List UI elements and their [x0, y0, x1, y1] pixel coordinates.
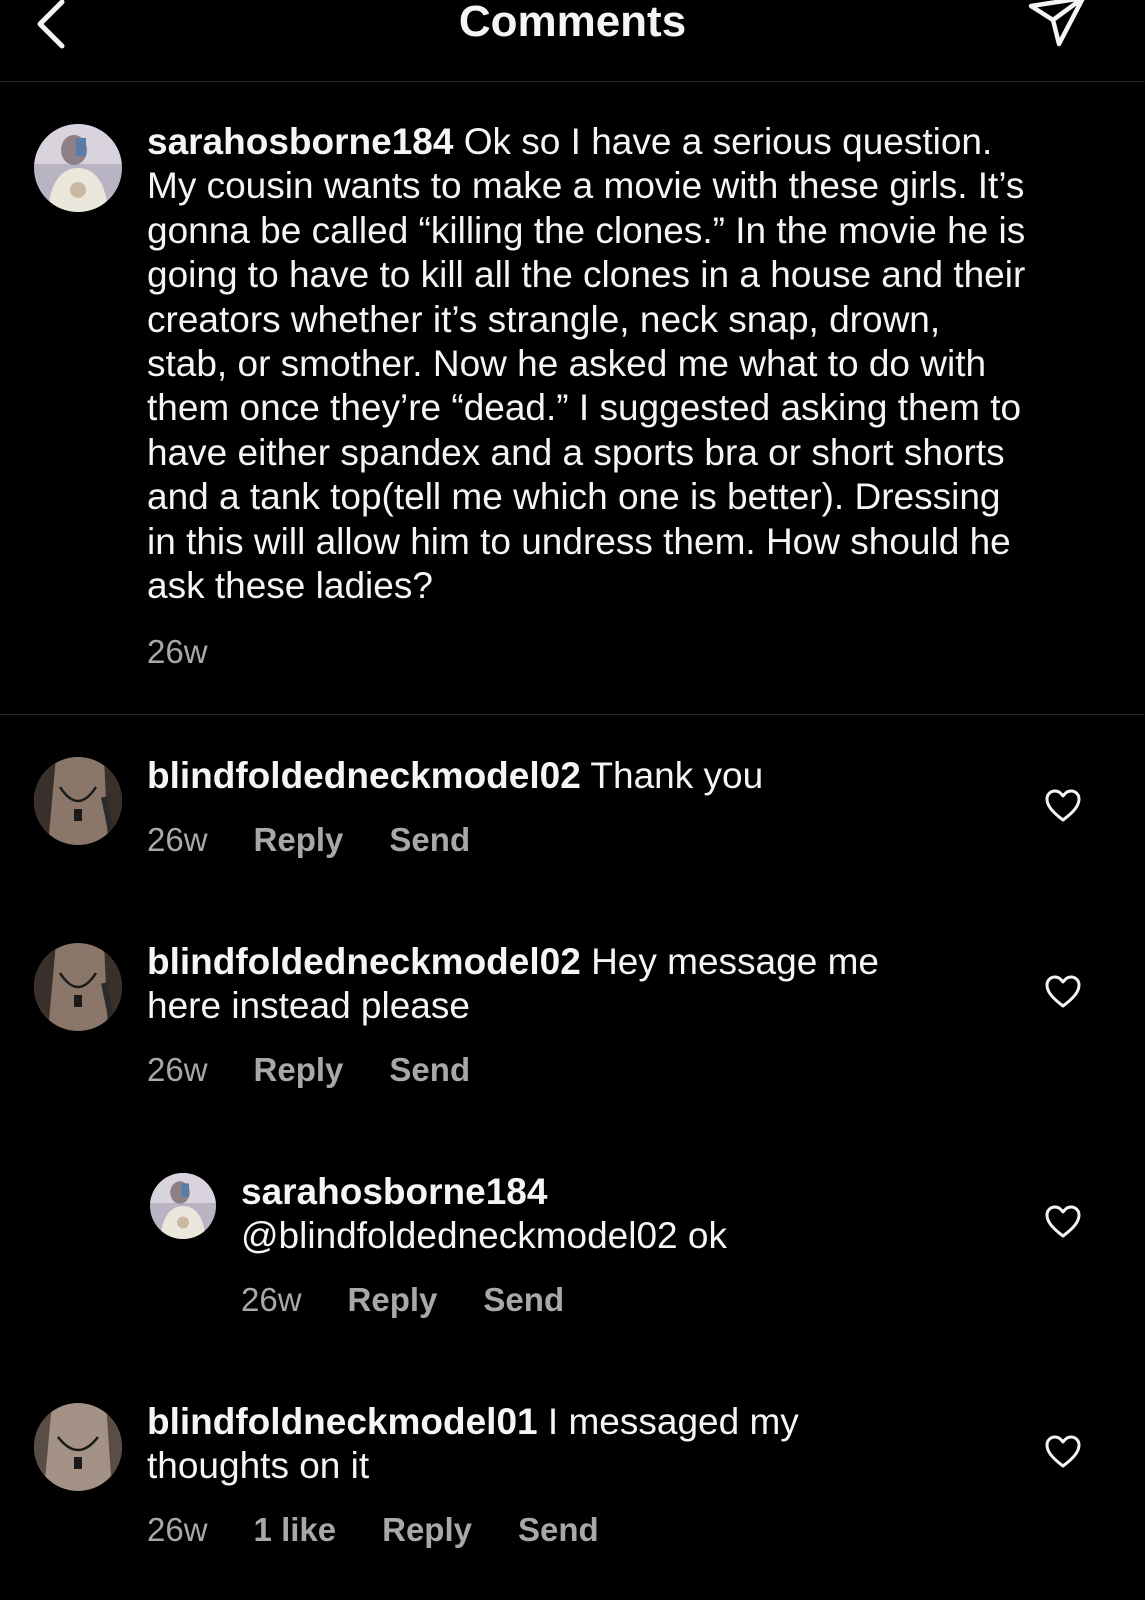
user-avatar-image	[34, 943, 122, 1031]
comment-timestamp: 26w	[241, 1281, 302, 1318]
heart-icon	[1045, 789, 1081, 822]
send-button[interactable]: Send	[389, 1050, 470, 1090]
comment-meta: 26w Reply Send	[147, 1050, 470, 1090]
heart-icon	[1045, 975, 1081, 1008]
like-button[interactable]	[1043, 786, 1083, 826]
share-button[interactable]	[1025, 0, 1089, 52]
paper-plane-icon	[1028, 0, 1085, 47]
caption-timestamp: 26w	[147, 633, 208, 670]
like-button[interactable]	[1043, 972, 1083, 1012]
caption-comment: sarahosborne184 Ok so I have a serious q…	[0, 82, 1145, 715]
comment-timestamp: 26w	[147, 821, 208, 858]
like-count[interactable]: 1 like	[254, 1510, 337, 1550]
comment-timestamp: 26w	[147, 1511, 208, 1548]
send-button[interactable]: Send	[518, 1510, 599, 1550]
avatar[interactable]	[34, 757, 122, 845]
avatar[interactable]	[34, 943, 122, 1031]
send-button[interactable]: Send	[389, 820, 470, 860]
comment-meta: 26w Reply Send	[147, 820, 470, 860]
comment-text: blindfoldedneckmodel02 Thank you	[147, 754, 1007, 798]
comment-username[interactable]: blindfoldedneckmodel02	[147, 941, 581, 982]
comment-username[interactable]: blindfoldedneckmodel02	[147, 755, 581, 796]
user-avatar-image	[150, 1173, 216, 1239]
heart-icon	[1045, 1435, 1081, 1468]
comment-body: @blindfoldedneckmodel02 ok	[241, 1215, 727, 1257]
reply-button[interactable]: Reply	[254, 1050, 344, 1090]
comment-timestamp: 26w	[147, 1051, 208, 1088]
reply-button[interactable]: Reply	[382, 1510, 472, 1550]
user-avatar-image	[34, 124, 122, 212]
comment-meta: 26w Reply Send	[241, 1280, 564, 1320]
user-avatar-image	[34, 1403, 122, 1491]
avatar[interactable]	[150, 1173, 216, 1239]
page-title: Comments	[458, 0, 687, 46]
heart-icon	[1045, 1205, 1081, 1238]
send-button[interactable]: Send	[483, 1280, 564, 1320]
comment-username[interactable]: blindfoldneckmodel01	[147, 1401, 538, 1442]
comment-text: blindfoldedneckmodel02 Hey message me he…	[147, 940, 1007, 1029]
avatar[interactable]	[34, 124, 122, 212]
caption-meta: 26w	[147, 632, 254, 672]
comment-text: blindfoldneckmodel01 I messaged my thoug…	[147, 1400, 1007, 1489]
avatar[interactable]	[34, 1403, 122, 1491]
comment-text: sarahosborne184 @blindfoldedneckmodel02 …	[241, 1170, 1021, 1259]
like-button[interactable]	[1043, 1432, 1083, 1472]
reply-button[interactable]: Reply	[348, 1280, 438, 1320]
comment-body: Thank you	[580, 755, 764, 796]
like-button[interactable]	[1043, 1202, 1083, 1242]
caption-body: Ok so I have a serious question. My cous…	[147, 121, 1026, 607]
header-bar: Comments	[0, 0, 1145, 82]
comment-username[interactable]: sarahosborne184	[241, 1171, 547, 1212]
caption-username[interactable]: sarahosborne184	[147, 121, 453, 162]
reply-button[interactable]: Reply	[254, 820, 344, 860]
caption-text: sarahosborne184 Ok so I have a serious q…	[147, 120, 1127, 608]
user-avatar-image	[34, 757, 122, 845]
comment-meta: 26w 1 like Reply Send	[147, 1510, 599, 1550]
